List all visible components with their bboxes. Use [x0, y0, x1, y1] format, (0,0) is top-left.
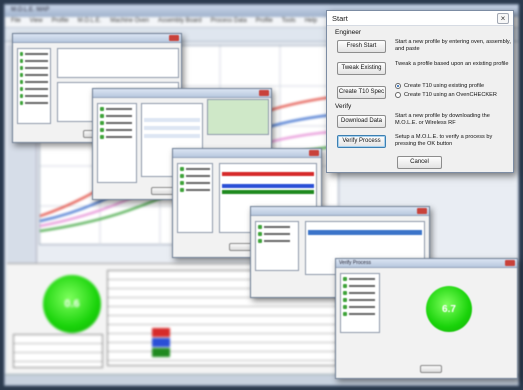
verify-process-window: Verify Process 6.7 — [335, 258, 518, 379]
step-list — [340, 273, 380, 333]
close-icon[interactable] — [309, 150, 319, 156]
tweak-existing-button[interactable]: Tweak Existing — [337, 62, 386, 75]
menu-item[interactable]: Process Data — [211, 18, 247, 26]
verify-score-indicator: 6.7 — [426, 286, 472, 332]
verify-process-button[interactable]: Verify Process — [337, 135, 386, 148]
legend-swatch-green — [152, 348, 170, 357]
download-data-button[interactable]: Download Data — [337, 115, 386, 128]
menu-item[interactable]: Profile — [256, 18, 273, 26]
legend-swatch-red — [152, 328, 170, 337]
dialog-title: Start — [327, 11, 513, 26]
radio-create-t10-ovenchecker[interactable]: Create T10 using an OvenCHECKER — [395, 92, 497, 98]
fresh-start-description: Start a new profile by entering oven, as… — [395, 39, 511, 52]
radio-create-t10-existing[interactable]: Create T10 using existing profile — [395, 83, 484, 89]
create-t10-button[interactable]: Create T10 Spec — [337, 86, 386, 99]
form-panel — [57, 48, 179, 78]
menu-item[interactable]: Machine Oven — [110, 18, 149, 26]
download-data-description: Start a new profile by downloading the M… — [395, 113, 490, 126]
tweak-existing-description: Tweak a profile based upon an existing p… — [395, 61, 509, 67]
menu-item[interactable]: File — [11, 18, 21, 26]
verify-window-title: Verify Process — [336, 259, 517, 268]
radio-selected-icon — [395, 83, 401, 89]
menu-item[interactable]: Tools — [282, 18, 296, 26]
close-icon[interactable] — [505, 260, 515, 266]
menu-item[interactable]: M.O.L.E. — [78, 18, 102, 26]
board-image — [207, 99, 269, 135]
engineer-group-label: Engineer — [335, 29, 362, 36]
close-icon[interactable] — [259, 90, 269, 96]
radio-label: Create T10 using an OvenCHECKER — [404, 92, 497, 98]
menu-item[interactable]: Help — [305, 18, 317, 26]
info-text — [386, 273, 512, 283]
verify-group-label: Verify — [335, 103, 352, 110]
step-list — [177, 163, 213, 233]
start-dialog: Start × Engineer Fresh Start Start a new… — [326, 10, 514, 173]
radio-label: Create T10 using existing profile — [404, 83, 485, 89]
process-score-indicator: 0.6 — [43, 275, 101, 333]
close-icon[interactable] — [417, 208, 427, 214]
step-list — [17, 48, 51, 124]
fresh-start-button[interactable]: Fresh Start — [337, 40, 386, 53]
ok-button[interactable] — [420, 365, 442, 373]
menu-item[interactable]: Assembly Board — [158, 18, 202, 26]
step-list — [97, 103, 137, 183]
close-icon[interactable] — [169, 35, 179, 41]
radio-unselected-icon — [395, 92, 401, 98]
legend-swatch-blue — [152, 338, 170, 347]
menu-item[interactable]: View — [30, 18, 43, 26]
summary-table — [13, 334, 103, 368]
cancel-button[interactable]: Cancel — [397, 156, 442, 169]
close-button[interactable]: × — [497, 13, 509, 24]
verify-process-description: Setup a M.O.L.E. to verify a process by … — [395, 134, 493, 147]
menu-item[interactable]: Profile — [52, 18, 69, 26]
step-list — [255, 221, 299, 271]
